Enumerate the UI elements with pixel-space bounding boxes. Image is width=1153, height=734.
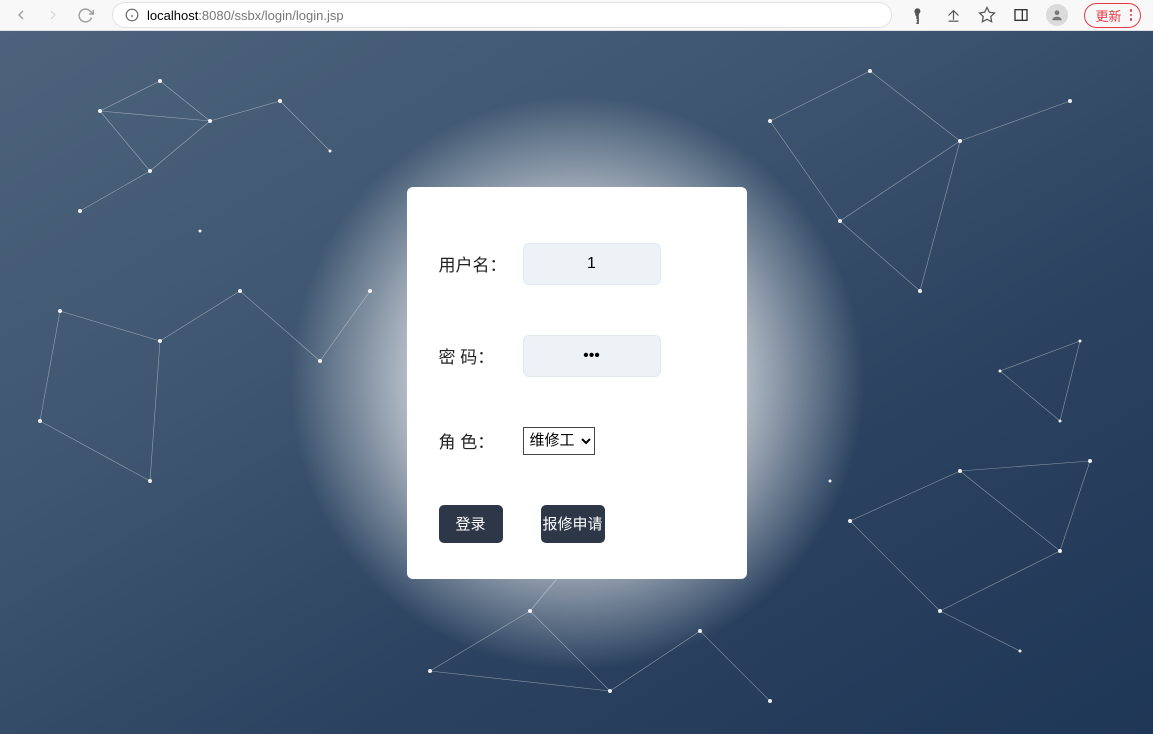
key-icon[interactable]: [910, 6, 928, 24]
url-text: localhost:8080/ssbx/login/login.jsp: [147, 8, 879, 23]
password-input[interactable]: [523, 335, 661, 377]
kebab-icon: [1130, 9, 1133, 21]
username-label: 用户名：: [439, 251, 523, 276]
star-icon[interactable]: [978, 6, 996, 24]
profile-avatar[interactable]: [1046, 4, 1068, 26]
role-label: 角 色：: [439, 428, 523, 453]
address-bar[interactable]: localhost:8080/ssbx/login/login.jsp: [112, 2, 892, 28]
share-icon[interactable]: [944, 6, 962, 24]
username-input[interactable]: [523, 243, 661, 285]
update-button[interactable]: 更新: [1084, 3, 1141, 28]
login-card: 用户名： 密 码： 角 色： 维修工 登录 报修申请: [407, 187, 747, 579]
panel-icon[interactable]: [1012, 6, 1030, 24]
password-label: 密 码：: [439, 343, 523, 368]
browser-toolbar: localhost:8080/ssbx/login/login.jsp 更新: [0, 0, 1153, 31]
report-button[interactable]: 报修申请: [541, 505, 605, 543]
forward-button[interactable]: [44, 6, 62, 24]
update-label: 更新: [1095, 6, 1121, 25]
role-select[interactable]: 维修工: [523, 427, 595, 455]
login-button[interactable]: 登录: [439, 505, 503, 543]
back-button[interactable]: [12, 6, 30, 24]
refresh-button[interactable]: [76, 6, 94, 24]
page-background: 用户名： 密 码： 角 色： 维修工 登录 报修申请: [0, 31, 1153, 734]
info-icon: [125, 8, 139, 22]
